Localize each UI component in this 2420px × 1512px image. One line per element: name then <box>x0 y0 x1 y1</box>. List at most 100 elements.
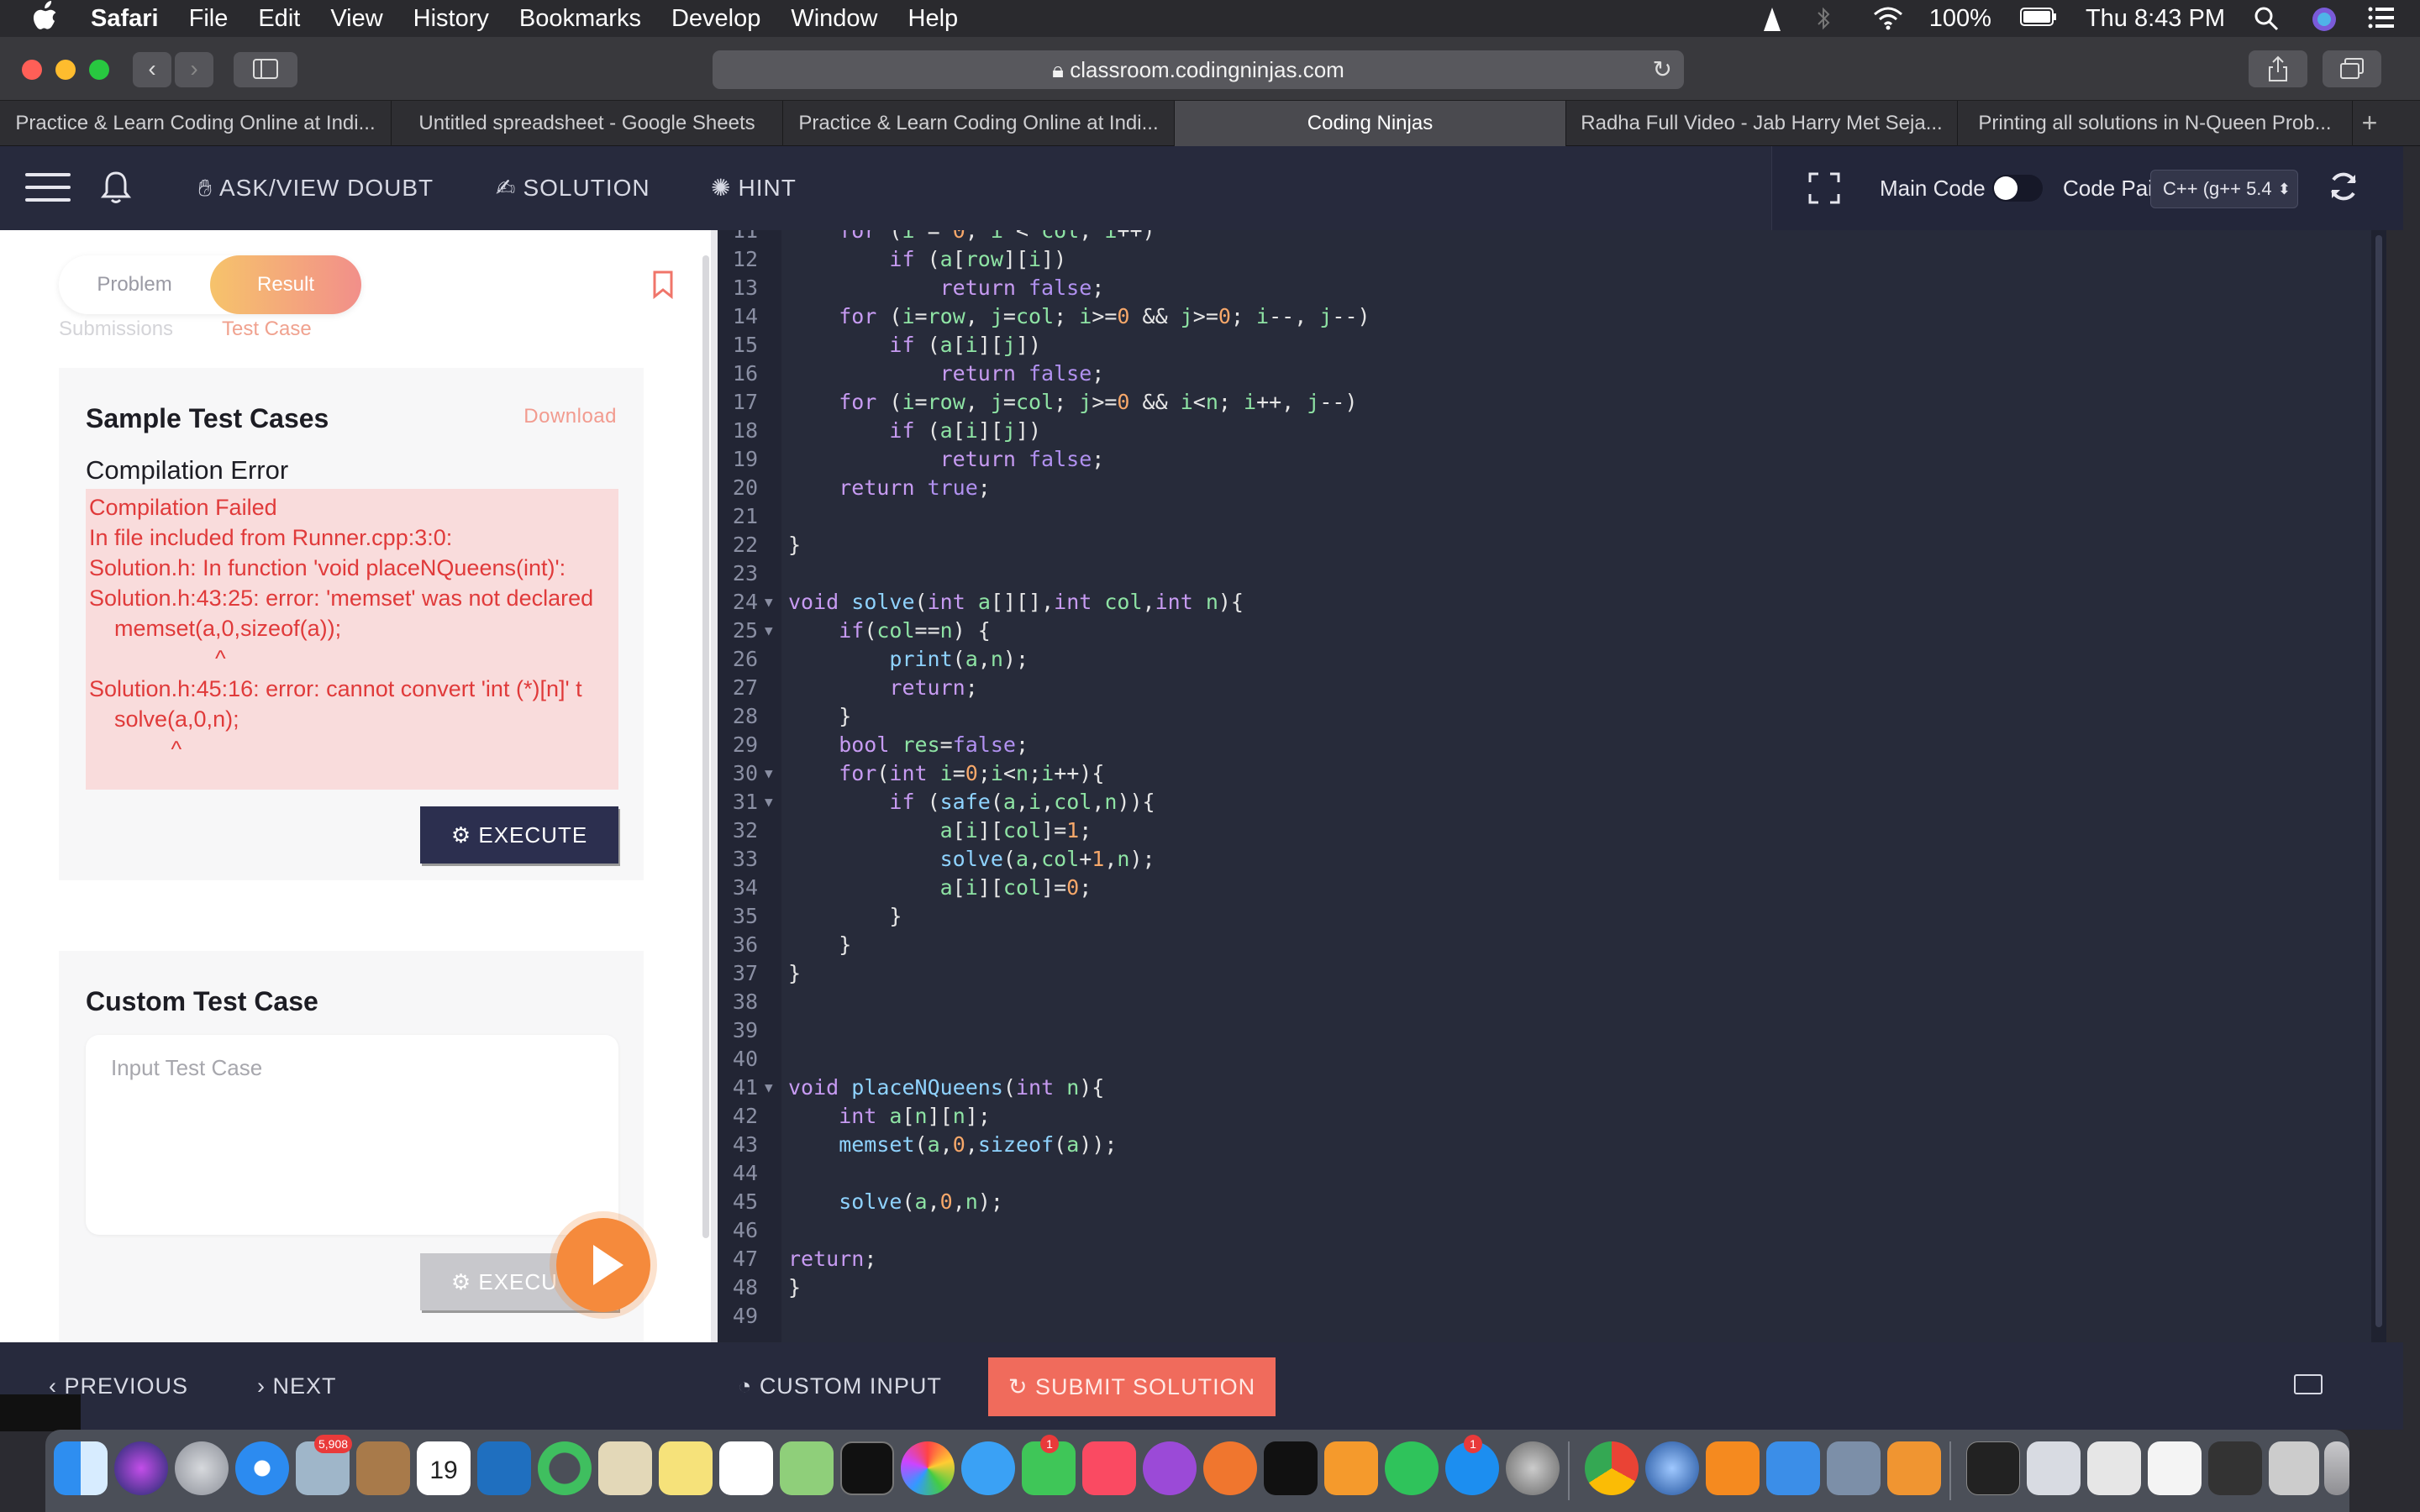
photos-icon[interactable] <box>901 1441 955 1495</box>
maps-icon[interactable] <box>780 1441 834 1495</box>
menu-develop[interactable]: Develop <box>671 5 760 33</box>
reminders-icon[interactable] <box>719 1441 773 1495</box>
run-code-fab[interactable] <box>556 1218 650 1312</box>
podcasts-icon[interactable] <box>1143 1441 1197 1495</box>
finder-icon[interactable] <box>54 1441 108 1495</box>
tab-overview-button[interactable] <box>2323 50 2381 87</box>
pages-icon[interactable] <box>1203 1441 1257 1495</box>
new-tab-button[interactable]: + <box>2353 101 2386 145</box>
bell-icon[interactable] <box>100 170 134 207</box>
browser-tab[interactable]: Practice & Learn Coding Online at Indi..… <box>0 101 392 146</box>
reload-icon[interactable]: ↻ <box>1653 50 1672 89</box>
language-select[interactable]: C++ (g++ 5.4 ⬍ <box>2150 170 2298 208</box>
fold-toggle-icon[interactable]: ▼ <box>765 588 773 617</box>
editor-scrollbar[interactable] <box>2371 230 2386 1342</box>
submit-solution-button[interactable]: ↻ SUBMIT SOLUTION <box>988 1357 1276 1416</box>
siri-dock-icon[interactable] <box>114 1441 168 1495</box>
browser-tab[interactable]: Practice & Learn Coding Online at Indi..… <box>783 101 1175 146</box>
code-mode-toggle[interactable] <box>1992 175 2043 202</box>
address-bar[interactable]: 🔒︎ classroom.codingninjas.com ↻ <box>713 50 1684 89</box>
ask-doubt-button[interactable]: ✋︎ ASK/VIEW DOUBT <box>198 146 434 230</box>
preview-icon[interactable] <box>598 1441 652 1495</box>
wifi-icon[interactable] <box>1872 6 1902 31</box>
code-line[interactable]: 20 return true; <box>718 474 2386 502</box>
menu-history[interactable]: History <box>413 5 489 33</box>
code-line[interactable]: 38 <box>718 988 2386 1016</box>
fold-toggle-icon[interactable]: ▼ <box>765 759 773 788</box>
menu-bookmarks[interactable]: Bookmarks <box>519 5 641 33</box>
menu-file[interactable]: File <box>189 5 229 33</box>
trash-icon[interactable] <box>2324 1441 2349 1495</box>
books-icon[interactable] <box>1324 1441 1378 1495</box>
minimized-window-thumbnail[interactable] <box>2087 1441 2141 1495</box>
code-line[interactable]: 34 a[i][col]=0; <box>718 874 2386 902</box>
keyboard-icon[interactable] <box>2294 1374 2323 1394</box>
custom-input-button[interactable]: ◔ CUSTOM INPUT <box>738 1342 942 1430</box>
notes-icon[interactable] <box>659 1441 713 1495</box>
menu-help[interactable]: Help <box>908 5 959 33</box>
code-line[interactable]: 49 <box>718 1302 2386 1331</box>
code-line[interactable]: 22} <box>718 531 2386 559</box>
browser-tab[interactable]: Radha Full Video - Jab Harry Met Seja... <box>1566 101 1958 146</box>
clock[interactable]: Thu 8:43 PM <box>2086 5 2225 33</box>
vlc-status-icon[interactable] <box>1758 6 1786 31</box>
code-line[interactable]: 40 <box>718 1045 2386 1074</box>
keynote-icon[interactable] <box>1766 1441 1820 1495</box>
code-line[interactable]: 23 <box>718 559 2386 588</box>
activity-icon[interactable] <box>538 1441 592 1495</box>
tab-result[interactable]: Result <box>210 255 361 314</box>
code-line[interactable]: 41 ▼ void placeNQueens(int n){ <box>718 1074 2386 1102</box>
code-line[interactable]: 13 return false; <box>718 274 2386 302</box>
fold-toggle-icon[interactable]: ▼ <box>765 788 773 816</box>
forward-button[interactable]: › <box>175 52 213 87</box>
bookmark-icon[interactable] <box>652 270 676 300</box>
window-zoom-button[interactable] <box>89 60 109 80</box>
refresh-code-icon[interactable] <box>2327 170 2364 207</box>
code-line[interactable]: 14 for (i=row, j=col; i>=0 && j>=0; i--, … <box>718 302 2386 331</box>
safari-icon[interactable] <box>235 1441 289 1495</box>
next-button[interactable]: › NEXT <box>257 1342 337 1430</box>
code-line[interactable]: 26 print(a,n); <box>718 645 2386 674</box>
window-minimize-button[interactable] <box>55 60 76 80</box>
tab-submissions[interactable]: Submissions <box>59 318 173 341</box>
code-line[interactable]: 25 ▼ if(col==n) { <box>718 617 2386 645</box>
menu-view[interactable]: View <box>330 5 382 33</box>
code-line[interactable]: 45 solve(a,0,n); <box>718 1188 2386 1216</box>
code-line[interactable]: 43 memset(a,0,sizeof(a)); <box>718 1131 2386 1159</box>
window-close-button[interactable] <box>22 60 42 80</box>
browser-tab-active[interactable]: Coding Ninjas <box>1175 101 1566 146</box>
image-capture-icon[interactable] <box>1827 1441 1881 1495</box>
execute-sample-button[interactable]: ⚙︎ EXECUTE <box>420 806 618 864</box>
tab-test-case[interactable]: Test Case <box>222 318 312 341</box>
messages-icon[interactable] <box>961 1441 1015 1495</box>
launchpad-icon[interactable] <box>175 1441 229 1495</box>
music-icon[interactable] <box>1082 1441 1136 1495</box>
code-line[interactable]: 17 for (i=row, j=col; j>=0 && i<n; i++, j… <box>718 388 2386 417</box>
code-line[interactable]: 12 if (a[row][i]) <box>718 245 2386 274</box>
code-line[interactable]: 18 if (a[i][j]) <box>718 417 2386 445</box>
whatsapp-icon[interactable] <box>1385 1441 1439 1495</box>
fold-toggle-icon[interactable]: ▼ <box>765 617 773 645</box>
panel-splitter[interactable] <box>711 230 718 1342</box>
browser-tab[interactable]: Printing all solutions in N-Queen Prob..… <box>1958 101 2353 146</box>
back-button[interactable]: ‹ <box>133 52 171 87</box>
code-line[interactable]: 15 if (a[i][j]) <box>718 331 2386 360</box>
panel-scrollbar[interactable] <box>702 255 709 1238</box>
bluetooth-icon[interactable] <box>1815 6 1844 31</box>
code-line[interactable]: 27 return; <box>718 674 2386 702</box>
code-line[interactable]: 44 <box>718 1159 2386 1188</box>
hamburger-menu-icon[interactable] <box>25 173 71 202</box>
minimized-window-thumbnail[interactable] <box>2269 1441 2319 1495</box>
chrome-icon[interactable] <box>1585 1441 1639 1495</box>
code-editor[interactable]: 11 for (i = 0; i < col; i++) 12 if (a[row][… <box>718 230 2386 1342</box>
minimized-window-thumbnail[interactable] <box>2148 1441 2202 1495</box>
menu-window[interactable]: Window <box>791 5 877 33</box>
mail-stamp-icon[interactable] <box>1645 1441 1699 1495</box>
code-line[interactable]: 11 for (i = 0; i < col; i++) <box>718 230 2386 245</box>
download-link[interactable]: Download <box>523 405 617 428</box>
hint-button[interactable]: ✺ HINT <box>711 146 797 230</box>
code-line[interactable]: 46 <box>718 1216 2386 1245</box>
notification-center-icon[interactable] <box>2368 6 2396 31</box>
code-line[interactable]: 35} <box>718 902 2386 931</box>
spotlight-search-icon[interactable] <box>2254 6 2282 31</box>
